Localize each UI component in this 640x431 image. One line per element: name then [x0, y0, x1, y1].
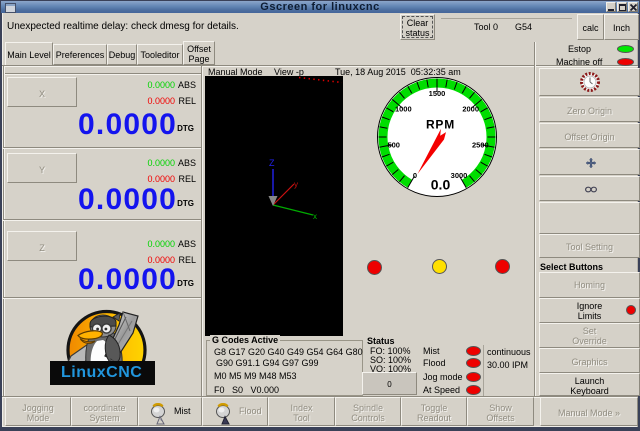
svg-text:x: x: [313, 212, 317, 221]
svg-text:3000: 3000: [451, 171, 468, 180]
svg-text:0.0: 0.0: [431, 177, 451, 193]
svg-text:1000: 1000: [395, 105, 412, 114]
svg-text:y: y: [294, 180, 298, 189]
svg-text:1500: 1500: [429, 89, 446, 98]
svg-text:Z: Z: [269, 158, 275, 168]
svg-text:500: 500: [387, 141, 400, 150]
svg-text:2000: 2000: [462, 105, 479, 114]
svg-text:2500: 2500: [472, 141, 489, 150]
svg-text:RPM: RPM: [426, 118, 455, 132]
svg-text:0: 0: [413, 171, 417, 180]
